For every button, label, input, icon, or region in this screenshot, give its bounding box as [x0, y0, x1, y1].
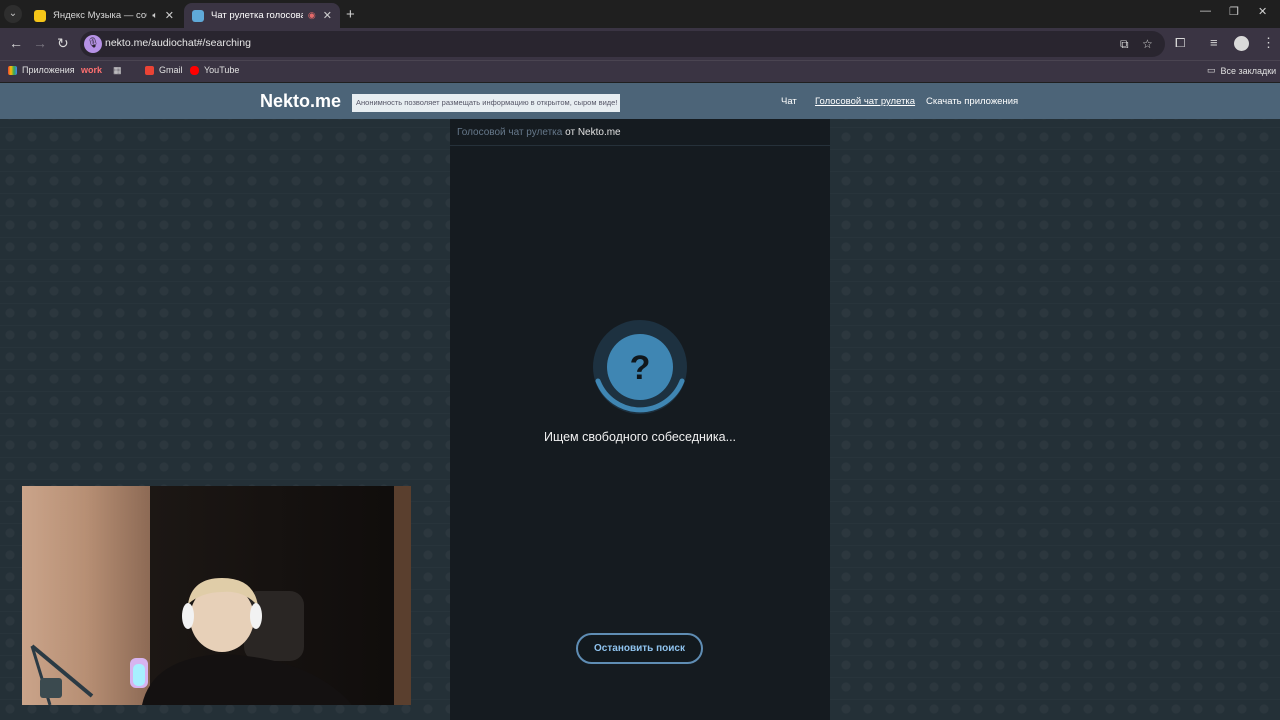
grid-icon: ▦	[113, 65, 122, 75]
yandex-music-favicon-icon	[34, 9, 46, 22]
question-mark-icon: ?	[630, 349, 651, 387]
new-tab-icon[interactable]: +	[346, 6, 355, 23]
status-text: Ищем свободного собеседника...	[543, 430, 737, 444]
site-header: Nekto.me Анонимность позволяет размещать…	[0, 83, 1280, 119]
bookmark-youtube[interactable]: YouTube	[190, 65, 239, 75]
forward-icon[interactable]: →	[33, 35, 47, 51]
url-text[interactable]: nekto.me/audiochat#/searching	[105, 37, 251, 49]
site-logo[interactable]: Nekto.me	[260, 91, 341, 112]
tab-title: Яндекс Музыка — собирай	[53, 10, 147, 21]
breadcrumb-text: от Nekto.me	[565, 127, 621, 138]
page-content: Nekto.me Анонимность позволяет размещать…	[0, 83, 1280, 720]
search-loader: ?	[590, 315, 690, 419]
bookmark-work[interactable]: work	[81, 65, 102, 75]
loader-spinner-icon: ?	[593, 320, 687, 414]
bookmark-gmail[interactable]: Gmail	[145, 65, 183, 75]
folder-icon: ▭	[1207, 65, 1216, 75]
youtube-icon	[190, 65, 199, 75]
address-bar[interactable]: 🎙︎ nekto.me/audiochat#/searching ⧉ ☆	[80, 31, 1165, 57]
nav-chat-link[interactable]: Чат	[781, 96, 797, 107]
bookmark-grid[interactable]: ▦	[113, 65, 122, 76]
speaker-icon[interactable]: 🔈︎	[152, 10, 157, 21]
bookmark-label: Gmail	[159, 65, 183, 75]
extensions-icon[interactable]: ⧠	[1175, 35, 1185, 51]
breadcrumb-link[interactable]: Голосовой чат рулетка	[457, 127, 562, 138]
menu-kebab-icon[interactable]: ⋮	[1262, 35, 1275, 51]
apps-grid-icon	[8, 65, 17, 75]
restore-icon[interactable]: ❐	[1229, 5, 1239, 18]
webcam-overlay	[22, 486, 411, 705]
bookmark-all[interactable]: ▭ Все закладки	[1207, 65, 1276, 76]
notice-banner: Анонимность позволяет размещать информац…	[352, 94, 620, 112]
back-icon[interactable]: ←	[9, 35, 23, 51]
close-tab-icon[interactable]: ✕	[323, 9, 332, 22]
install-app-icon[interactable]: ⧉	[1120, 37, 1129, 52]
nav-voice-chat-link[interactable]: Голосовой чат рулетка	[815, 96, 915, 107]
media-controls-icon[interactable]: ≡	[1210, 35, 1218, 50]
bookmark-label: work	[81, 65, 103, 75]
bookmark-label: YouTube	[204, 65, 240, 75]
bookmark-apps[interactable]: Приложения	[8, 65, 75, 75]
profile-avatar[interactable]	[1234, 36, 1249, 51]
bookmark-label: Приложения	[22, 65, 75, 75]
bookmarks-bar: Приложения work ▦ Gmail YouTube ▭ Все за…	[0, 60, 1280, 82]
gmail-icon	[145, 65, 154, 75]
minimize-icon[interactable]: —	[1200, 5, 1211, 17]
breadcrumb: Голосовой чат рулетка от Nekto.me	[450, 119, 830, 146]
tab-nekto[interactable]: Чат рулетка голосовая — I ◉ ✕	[184, 3, 340, 28]
stop-search-button[interactable]: Остановить поиск	[576, 633, 703, 664]
bookmark-star-icon[interactable]: ☆	[1142, 37, 1153, 51]
browser-toolbar: ← → ↻ 🎙︎ nekto.me/audiochat#/searching ⧉…	[0, 28, 1280, 60]
close-window-icon[interactable]: ✕	[1258, 5, 1267, 18]
bookmark-label: Все закладки	[1220, 65, 1277, 76]
tab-search-icon[interactable]: ⌄	[4, 5, 22, 23]
microphone-site-icon[interactable]: 🎙︎	[84, 35, 102, 53]
tab-strip: ⌄ Яндекс Музыка — собирай 🔈︎ ✕ Чат рулет…	[0, 0, 1280, 28]
tab-title: Чат рулетка голосовая — I	[211, 10, 303, 21]
voice-chat-panel: Голосовой чат рулетка от Nekto.me ? Ищем…	[450, 119, 830, 720]
recording-icon: ◉	[307, 10, 316, 20]
nav-download-apps-link[interactable]: Скачать приложения	[926, 96, 1018, 107]
tab-yandex-music[interactable]: Яндекс Музыка — собирай 🔈︎ ✕	[26, 3, 182, 28]
close-tab-icon[interactable]: ✕	[165, 9, 174, 22]
nekto-favicon-icon	[192, 9, 204, 22]
reload-icon[interactable]: ↻	[57, 35, 69, 52]
webcam-image	[22, 486, 411, 705]
